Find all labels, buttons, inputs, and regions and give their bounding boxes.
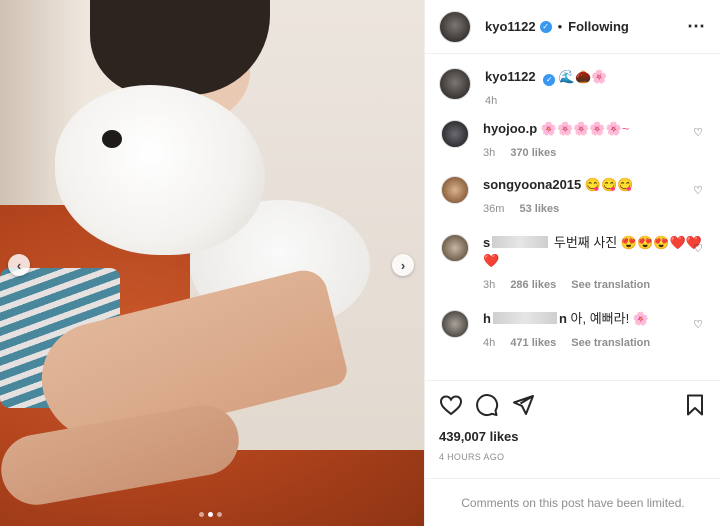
comment-item: s 두번째 사진 😍😍😍❤️❤️❤️ 3h 286 likes See tran… xyxy=(439,234,707,310)
comment-likes[interactable]: 370 likes xyxy=(510,147,556,159)
avatar[interactable] xyxy=(439,10,471,43)
bookmark-icon[interactable] xyxy=(683,393,707,417)
comment-likes[interactable]: 286 likes xyxy=(510,279,556,291)
comment-time[interactable]: 4h xyxy=(483,337,495,349)
comment-meta: 36m 53 likes xyxy=(483,200,707,218)
share-icon[interactable] xyxy=(511,393,535,417)
header-username[interactable]: kyo1122 xyxy=(485,19,536,34)
comment-username[interactable]: hyojoo.p xyxy=(483,121,537,136)
comment-time[interactable]: 3h xyxy=(483,147,495,159)
comments-limited-notice: Comments on this post have been limited. xyxy=(425,478,720,526)
comment-body: s 두번째 사진 😍😍😍❤️❤️❤️ 3h 286 likes See tran… xyxy=(483,234,707,294)
caption-text: 🌊🌰🌸 xyxy=(558,69,608,84)
carousel-dots xyxy=(199,512,222,517)
comment-time[interactable]: 3h xyxy=(483,279,495,291)
redacted-username xyxy=(492,312,557,324)
comment-item: songyoona2015 😋😋😋 36m 53 likes ♡ xyxy=(439,176,707,234)
heart-outline-icon[interactable]: ♡ xyxy=(693,184,703,197)
comment-meta: 3h 370 likes xyxy=(483,144,707,162)
heart-outline-icon[interactable]: ♡ xyxy=(693,318,703,331)
heart-outline-icon[interactable]: ♡ xyxy=(693,242,703,255)
more-horizontal-icon[interactable]: ⋯ xyxy=(687,16,706,37)
comment-avatar[interactable] xyxy=(441,120,469,148)
carousel-prev-button[interactable]: ‹ xyxy=(8,254,30,276)
comments-list[interactable]: kyo1122 ✓ 🌊🌰🌸 4h hyojoo.p 🌸🌸🌸🌸🌸~ 3h 370 … xyxy=(425,54,720,378)
heart-outline-icon[interactable]: ♡ xyxy=(693,126,703,139)
comment-text: 아, 예뻐라! 🌸 xyxy=(570,311,650,326)
comment-icon[interactable] xyxy=(475,393,499,417)
photo-dog-nose xyxy=(102,130,122,148)
post-timestamp[interactable]: 4 HOURS AGO xyxy=(439,452,707,462)
comment-time[interactable]: 36m xyxy=(483,203,504,215)
comment-body: hyojoo.p 🌸🌸🌸🌸🌸~ 3h 370 likes xyxy=(483,120,707,162)
verified-badge-icon: ✓ xyxy=(543,74,556,86)
comment-text: 😋😋😋 xyxy=(584,177,634,192)
caption-body: kyo1122 ✓ 🌊🌰🌸 4h xyxy=(485,68,707,118)
comment-meta: 3h 286 likes See translation xyxy=(483,276,707,294)
caption-time[interactable]: 4h xyxy=(485,95,497,107)
comment-avatar[interactable] xyxy=(441,234,469,262)
comment-item: h n 아, 예뻐라! 🌸 4h 471 likes See translatio… xyxy=(439,310,707,370)
caption-avatar[interactable] xyxy=(439,68,471,100)
post-side-panel: kyo1122 ✓ • Following ⋯ kyo1122 ✓ 🌊🌰🌸 4h xyxy=(424,0,720,526)
likes-count[interactable]: 439,007 likes xyxy=(439,429,707,444)
heart-icon[interactable] xyxy=(439,393,463,417)
see-translation-link[interactable]: See translation xyxy=(571,279,650,291)
following-button[interactable]: Following xyxy=(568,19,629,34)
comment-meta: 4h 471 likes See translation xyxy=(483,334,707,352)
chevron-right-icon: › xyxy=(400,257,406,273)
see-translation-link[interactable]: See translation xyxy=(571,337,650,349)
comment-avatar[interactable] xyxy=(441,176,469,204)
comment-item: hyojoo.p 🌸🌸🌸🌸🌸~ 3h 370 likes ♡ xyxy=(439,118,707,176)
comment-username-start[interactable]: s xyxy=(483,235,490,250)
carousel-next-button[interactable]: › xyxy=(392,254,414,276)
comment-likes[interactable]: 53 likes xyxy=(519,203,559,215)
chevron-left-icon: ‹ xyxy=(16,257,22,273)
comment-username-start[interactable]: h xyxy=(483,311,491,326)
comment-body: songyoona2015 😋😋😋 36m 53 likes xyxy=(483,176,707,218)
caption-username[interactable]: kyo1122 xyxy=(485,69,536,84)
carousel-dot-active xyxy=(208,512,213,517)
comment-body: h n 아, 예뻐라! 🌸 4h 471 likes See translatio… xyxy=(483,310,707,352)
carousel-dot xyxy=(199,512,204,517)
comment-avatar[interactable] xyxy=(441,310,469,338)
comment-username-end[interactable]: n xyxy=(559,311,567,326)
post-header: kyo1122 ✓ • Following ⋯ xyxy=(425,0,720,54)
comment-username[interactable]: songyoona2015 xyxy=(483,177,581,192)
post-actions: 439,007 likes 4 HOURS AGO xyxy=(425,380,720,462)
post-photo: ‹ › xyxy=(0,0,424,526)
header-separator: • xyxy=(557,19,563,34)
action-icons xyxy=(439,393,707,417)
verified-badge-icon: ✓ xyxy=(539,20,552,33)
caption: kyo1122 ✓ 🌊🌰🌸 4h xyxy=(439,54,707,118)
carousel-dot xyxy=(217,512,222,517)
comment-text: 🌸🌸🌸🌸🌸~ xyxy=(540,121,630,136)
redacted-username xyxy=(492,236,549,248)
comment-likes[interactable]: 471 likes xyxy=(510,337,556,349)
caption-meta: 4h xyxy=(485,92,707,110)
